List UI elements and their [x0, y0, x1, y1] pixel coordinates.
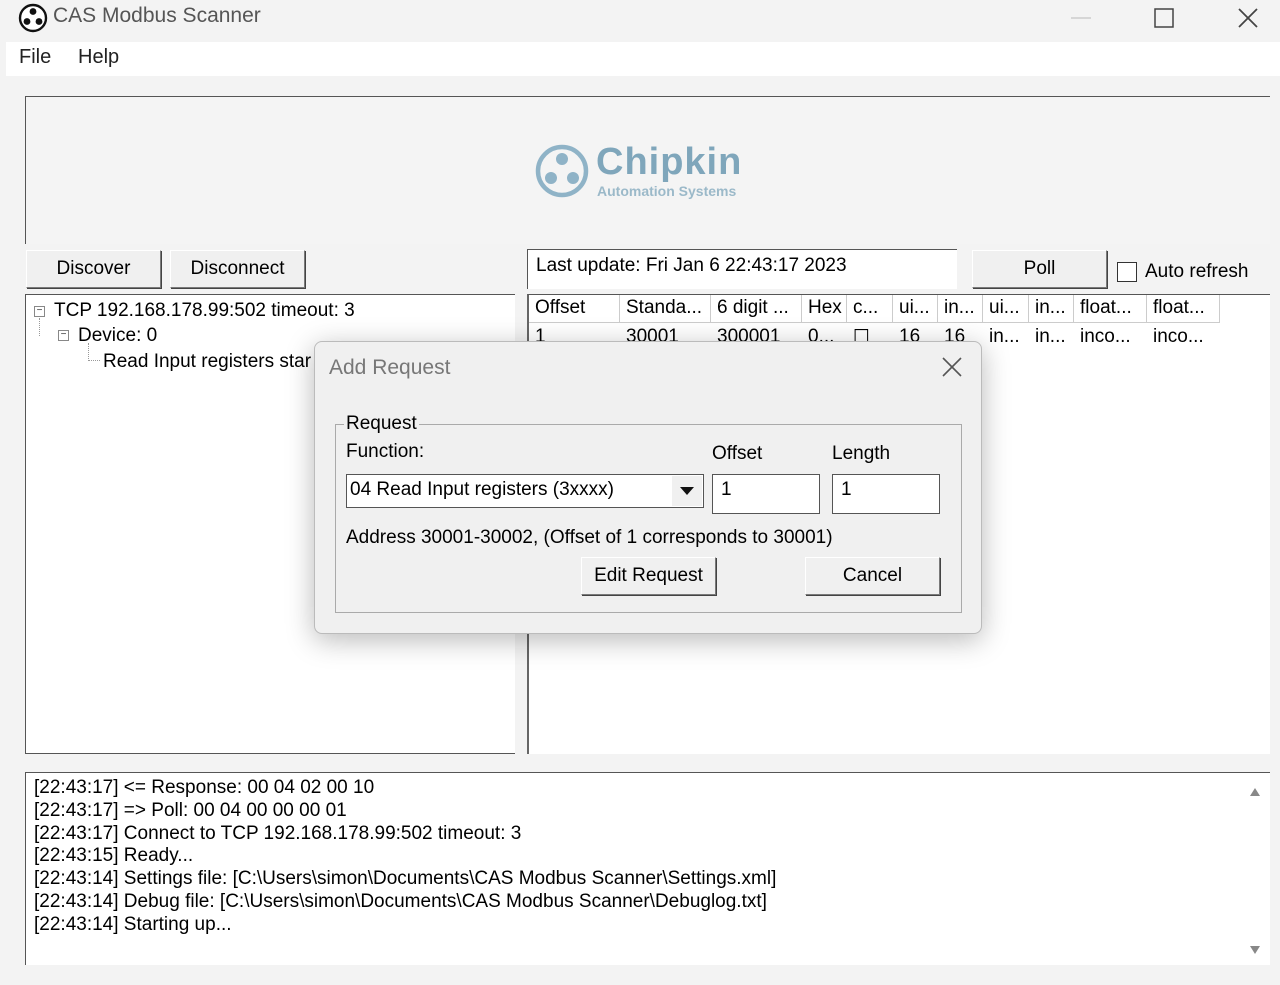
edit-request-button[interactable]: Edit Request: [581, 557, 716, 595]
menu-file[interactable]: File: [19, 46, 51, 69]
length-label: Length: [832, 443, 891, 464]
grid-cell: inco...: [1153, 326, 1204, 347]
log-panel[interactable]: [22:43:17] <= Response: 00 04 02 00 10 […: [25, 772, 1270, 965]
address-text: Address 30001-30002, (Offset of 1 corres…: [346, 527, 833, 548]
tree-collapse-icon[interactable]: −: [58, 330, 69, 341]
maximize-icon: [1154, 8, 1174, 28]
column-header[interactable]: float...: [1074, 295, 1147, 323]
column-header[interactable]: in...: [938, 295, 983, 323]
function-dropdown-button[interactable]: [672, 476, 702, 506]
grid-header: Offset Standa... 6 digit ... Hex c... ui…: [529, 295, 1220, 323]
request-groupbox: Request Function: Offset Length 04 Read …: [335, 413, 962, 613]
app-icon: [18, 3, 48, 33]
tree-connection-node[interactable]: TCP 192.168.178.99:502 timeout: 3: [54, 300, 355, 322]
log-line: [22:43:14] Starting up...: [34, 913, 232, 935]
tree-collapse-icon[interactable]: −: [34, 306, 45, 317]
log-lines: [22:43:17] <= Response: 00 04 02 00 10 […: [34, 777, 776, 937]
logo-subtitle: Automation Systems: [597, 183, 737, 199]
column-header[interactable]: Hex: [802, 295, 847, 323]
chipkin-logo-icon: [535, 144, 589, 198]
log-line: [22:43:17] <= Response: 00 04 02 00 10: [34, 777, 375, 798]
auto-refresh-label: Auto refresh: [1145, 261, 1249, 282]
function-select[interactable]: 04 Read Input registers (3xxxx): [346, 474, 704, 508]
function-label: Function:: [346, 441, 425, 462]
logo-name: Chipkin: [596, 141, 743, 183]
tree-connector: [88, 343, 100, 361]
minimize-icon: [1071, 17, 1091, 19]
log-line: [22:43:17] => Poll: 00 04 00 00 00 01: [34, 799, 347, 821]
minimize-button[interactable]: [1038, 0, 1124, 36]
chevron-down-icon: [680, 486, 694, 495]
close-icon: [1238, 8, 1258, 28]
close-button[interactable]: [1205, 0, 1280, 36]
column-header[interactable]: in...: [1029, 295, 1074, 323]
column-header[interactable]: ui...: [983, 295, 1029, 323]
log-line: [22:43:14] Debug file: [C:\Users\simon\D…: [34, 890, 767, 912]
cancel-button[interactable]: Cancel: [805, 557, 940, 595]
column-header[interactable]: c...: [847, 295, 893, 323]
log-line: [22:43:17] Connect to TCP 192.168.178.99…: [34, 822, 522, 844]
offset-input[interactable]: 1: [712, 474, 820, 514]
disconnect-button[interactable]: Disconnect: [170, 250, 305, 288]
column-header[interactable]: Standa...: [620, 295, 711, 323]
dialog-close-icon[interactable]: [939, 354, 965, 380]
tree-connector: [39, 318, 40, 336]
logo-banner: Chipkin Automation Systems: [25, 96, 1270, 244]
maximize-button[interactable]: [1121, 0, 1207, 36]
grid-cell: in...: [989, 326, 1020, 347]
title-bar: CAS Modbus Scanner: [0, 0, 1280, 42]
request-group-label: Request: [344, 413, 419, 435]
poll-button[interactable]: Poll: [972, 250, 1107, 288]
menu-help[interactable]: Help: [78, 46, 119, 69]
scroll-up-icon[interactable]: [1249, 787, 1261, 797]
column-header[interactable]: 6 digit ...: [711, 295, 802, 323]
dialog-title: Add Request: [329, 356, 451, 379]
tree-request-node[interactable]: Read Input registers star: [103, 351, 311, 373]
grid-cell: inco...: [1080, 326, 1131, 347]
discover-button[interactable]: Discover: [26, 250, 161, 288]
add-request-dialog: Add Request Request Function: Offset Len…: [314, 341, 982, 634]
function-select-value: 04 Read Input registers (3xxxx): [350, 479, 615, 500]
scroll-down-icon[interactable]: [1249, 945, 1261, 955]
auto-refresh-checkbox[interactable]: [1117, 262, 1137, 282]
chipkin-logo: Chipkin Automation Systems: [534, 141, 774, 201]
column-header[interactable]: Offset: [529, 295, 620, 323]
column-header[interactable]: float...: [1147, 295, 1220, 323]
grid-cell: in...: [1035, 326, 1066, 347]
length-input[interactable]: 1: [832, 474, 940, 514]
offset-label: Offset: [712, 443, 763, 464]
log-line: [22:43:14] Settings file: [C:\Users\simo…: [34, 868, 777, 890]
window-title: CAS Modbus Scanner: [53, 4, 261, 27]
menu-bar: File Help: [6, 42, 1280, 76]
log-line: [22:43:15] Ready...: [34, 845, 194, 867]
column-header[interactable]: ui...: [893, 295, 938, 323]
last-update-field: Last update: Fri Jan 6 22:43:17 2023: [527, 249, 957, 289]
